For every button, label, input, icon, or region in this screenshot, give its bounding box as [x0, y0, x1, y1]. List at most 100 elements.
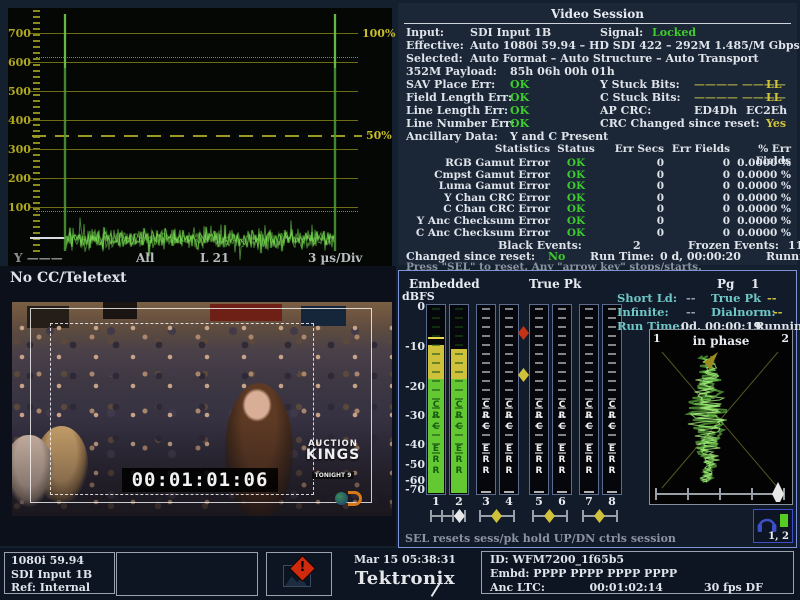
line-number-err-value: OK — [510, 117, 529, 130]
anc-ltc-row: Anc LTC:00:01:02:1430 fps DF — [490, 581, 793, 595]
selected-value: Auto Format – Auto Structure – Auto Tran… — [470, 52, 759, 65]
stat-status: OK — [550, 180, 602, 192]
crc-changed-label: CRC Changed since reset: — [600, 117, 760, 130]
short-ld-value: -- — [686, 291, 696, 305]
signal-value: Locked — [652, 26, 696, 39]
stat-err-secs: 0 — [602, 215, 664, 227]
headphone-level-indicator — [780, 514, 788, 527]
stat-err-secs: 0 — [602, 157, 664, 169]
audio-page-label: Pg — [717, 277, 734, 291]
line-length-err-label: Line Length Err: — [406, 104, 508, 117]
waveform-tile[interactable]: 700 600 500 400 300 200 100 100% 50% Y —… — [8, 8, 392, 266]
stat-pct: 0.0000 % — [730, 227, 793, 239]
bug-line-2: KINGS — [302, 449, 364, 462]
audio-meter-bar-7: CRC ERR — [579, 304, 599, 495]
picture-video-frame: 00:01:01:06 AUCTION KINGS TONIGHT 9 — [12, 302, 392, 516]
ap-crc-value-1: ED4Dh — [694, 104, 737, 117]
alarm-status-box: ! — [266, 552, 332, 596]
payload-label: 352M Payload: — [406, 65, 497, 78]
video-session-tile[interactable]: Video Session Input: SDI Input 1B Signal… — [398, 3, 797, 265]
y-stuck-bits-value: LL — [766, 78, 781, 91]
input-status-box: 1080i 59.94 SDI Input 1B Ref: Internal — [4, 552, 115, 594]
crc-error-text: CRC ERR — [477, 400, 495, 477]
format-readout: 1080i 59.94 — [11, 554, 114, 568]
anc-ltc-rate: 30 fps DF — [663, 581, 763, 595]
stat-status: OK — [550, 203, 602, 215]
sav-place-err-label: SAV Place Err: — [406, 78, 495, 91]
picture-tile[interactable]: No CC/Teletext 00:01:01:06 AUCTION KINGS… — [0, 266, 396, 546]
tektronix-logo: Tektronix — [336, 568, 474, 589]
table-row: C Anc Checksum Error OK 0 0 0.0000 % — [402, 227, 793, 239]
reference-readout: Ref: Internal — [11, 581, 114, 595]
title-rule — [404, 23, 791, 24]
stat-status: OK — [550, 169, 602, 181]
stat-err-fields: 0 — [664, 203, 730, 215]
infinite-label: Infinite: — [617, 305, 669, 319]
stat-err-fields: 0 — [664, 180, 730, 192]
audio-source-label: Embedded — [409, 277, 480, 291]
true-pk-value: -- — [767, 291, 777, 305]
payload-value: 85h 06h 00h 01h — [510, 65, 615, 78]
meter-floor-mark — [534, 491, 544, 493]
anc-ltc-value: 00:01:02:14 — [545, 581, 663, 595]
y-stuck-bits-label: Y Stuck Bits: — [600, 78, 680, 91]
status-bar: 1080i 59.94 SDI Input 1B Ref: Internal !… — [0, 548, 800, 600]
ap-crc-value-2: EC2Eh — [746, 104, 787, 117]
crc-error-text: CRC ERR — [530, 400, 548, 477]
table-row: Y Anc Checksum Error OK 0 0 0.0000 % — [402, 215, 793, 227]
crc-error-text: CRC ERR — [603, 400, 621, 477]
table-row: Cmpst Gamut Error OK 0 0 0.0000 % — [402, 169, 793, 181]
stat-pct: 0.0000 % — [730, 192, 793, 204]
audio-scale-label: -50 — [399, 458, 425, 471]
stat-status: OK — [550, 227, 602, 239]
phase-balance-indicator-7-8 — [582, 508, 618, 524]
crc-error-text: CRC ERR — [450, 400, 468, 477]
audio-tile[interactable]: Embedded True Pk Pg 1 dBFS 0 -10 -20 -30… — [398, 270, 797, 548]
ap-crc-label: AP CRC: — [600, 104, 651, 117]
stat-err-secs: 0 — [602, 227, 664, 239]
audio-scale-label: -70 — [399, 483, 425, 496]
embd-value: PPPP PPPP PPPP PPPP — [533, 567, 677, 580]
instrument-id-row: ID: WFM7200_1f65b5 — [490, 553, 793, 567]
effective-value: Auto 1080i 59.94 – HD SDI 422 – 292M 1.4… — [470, 39, 800, 52]
wfm7200-screen: 700 600 500 400 300 200 100 100% 50% Y —… — [0, 0, 800, 600]
waveform-line-select-label: L 21 — [200, 251, 229, 265]
bar-number: 6 — [552, 495, 572, 508]
c-stuck-bits-label: C Stuck Bits: — [600, 91, 681, 104]
signal-label: Signal: — [600, 26, 643, 39]
stat-err-fields: 0 — [664, 157, 730, 169]
stat-pct: 0.0000 % — [730, 215, 793, 227]
audio-scale-label: -40 — [399, 438, 425, 451]
stat-pct: 0.0000 % — [730, 180, 793, 192]
audio-meter-bar-3: CRC ERR — [476, 304, 496, 495]
dialnorm-value: -- — [773, 305, 783, 319]
stat-name: C Chan CRC Error — [402, 203, 550, 215]
headphone-output-box[interactable]: 1, 2 — [753, 509, 793, 543]
field-length-err-value: OK — [510, 91, 529, 104]
line-length-err-value: OK — [510, 104, 529, 117]
stat-pct: 0.0000 % — [730, 157, 793, 169]
session-state: Running — [766, 250, 800, 263]
stat-err-fields: 0 — [664, 169, 730, 181]
bar-number: 1 — [426, 495, 446, 508]
input-label: Input: — [406, 26, 444, 39]
ancillary-data-value: Y and C Present — [510, 130, 608, 143]
waveform-filter-label: All — [136, 251, 154, 265]
balance-diamond — [544, 509, 555, 523]
stat-status: OK — [550, 215, 602, 227]
short-ld-label: Short Ld: — [617, 291, 677, 305]
bug-line-3: TONIGHT 9 — [312, 472, 355, 479]
stat-pct: 0.0000 % — [730, 169, 793, 181]
sav-place-err-value: OK — [510, 78, 529, 91]
waveform-channel-label: Y ——— — [14, 251, 63, 265]
anc-ltc-label: Anc LTC: — [490, 581, 545, 594]
channel-bug: AUCTION KINGS TONIGHT 9 — [302, 440, 364, 481]
input-value: SDI Input 1B — [470, 26, 551, 39]
c-stuck-bits-value: LL — [766, 91, 781, 104]
bar-number: 3 — [476, 495, 496, 508]
crc-error-text: CRC ERR — [553, 400, 571, 477]
stat-name: Cmpst Gamut Error — [402, 169, 550, 181]
audio-meter-type-label: True Pk — [529, 277, 581, 291]
embd-label: Embd: — [490, 567, 533, 580]
input-readout: SDI Input 1B — [11, 568, 114, 582]
